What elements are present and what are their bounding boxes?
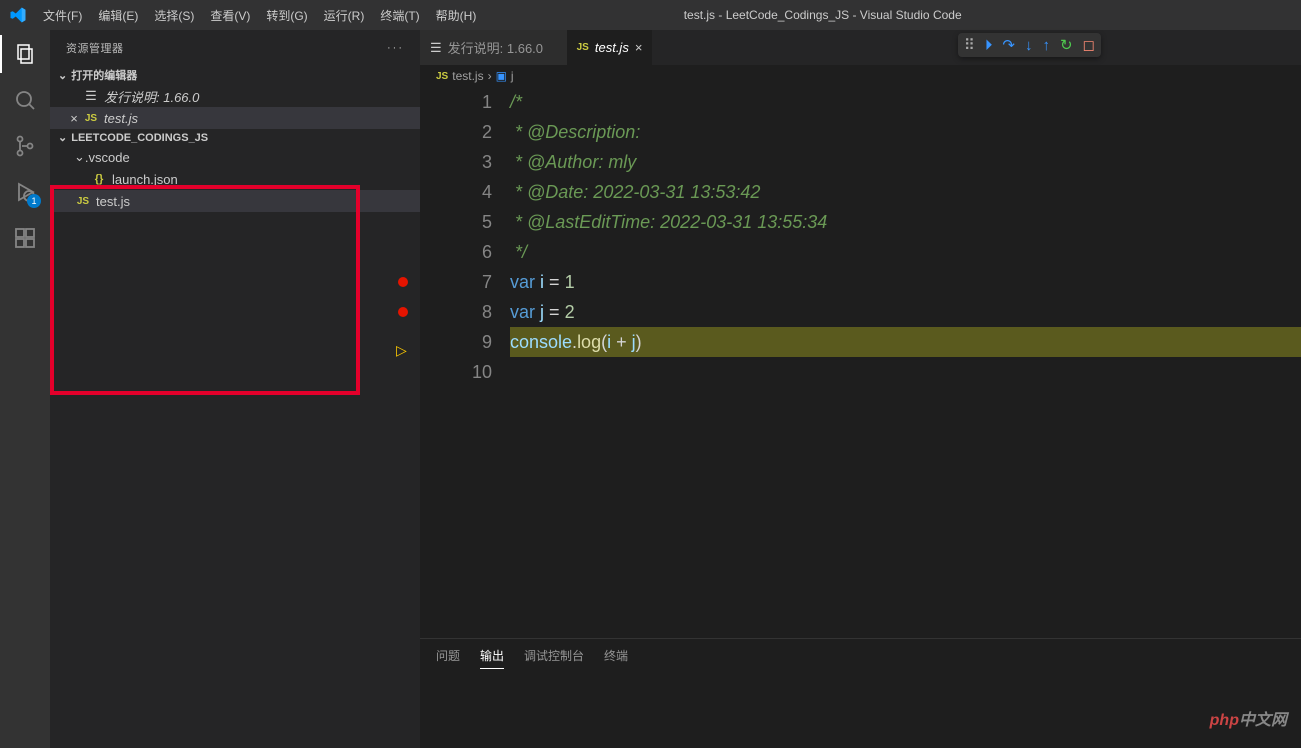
chevron-down-icon: ⌄ [58, 69, 67, 82]
menu-item[interactable]: 帮助(H) [428, 7, 485, 24]
js-file-icon: JS [577, 42, 589, 53]
code-line[interactable]: * @Author: mly [510, 147, 1301, 177]
js-file-icon: JS [82, 113, 100, 124]
code-line[interactable]: console.log(i + j) [510, 327, 1301, 357]
breakpoint-icon[interactable] [398, 307, 408, 317]
continue-icon[interactable]: ⏵ [985, 37, 993, 54]
code-line[interactable]: */ [510, 237, 1301, 267]
line-number: 1 [450, 87, 492, 117]
annotation-box [50, 185, 360, 395]
run-debug-icon[interactable]: 1 [11, 178, 39, 206]
breadcrumb[interactable]: JS test.js › ▣ j [420, 65, 1301, 87]
breakpoint-icon[interactable] [398, 277, 408, 287]
code-line[interactable]: * @Date: 2022-03-31 13:53:42 [510, 177, 1301, 207]
code-line[interactable] [510, 357, 1301, 387]
step-over-icon[interactable]: ↷ [1002, 36, 1015, 54]
md-file-icon: ☰ [82, 88, 100, 104]
stop-icon[interactable]: ◻ [1083, 36, 1095, 54]
editor-area: ☰发行说明: 1.66.0×JStest.js× ⠿ ⏵ ↷ ↓ ↑ ↻ ◻ J… [420, 30, 1301, 748]
sidebar-title: 资源管理器 [66, 40, 124, 56]
restart-icon[interactable]: ↻ [1060, 36, 1073, 54]
sidebar: 资源管理器 ··· ⌄ 打开的编辑器 ×☰发行说明: 1.66.0×JStest… [50, 30, 420, 748]
step-out-icon[interactable]: ↑ [1042, 37, 1050, 54]
code-line[interactable]: var j = 2 [510, 297, 1301, 327]
line-number: 3 [450, 147, 492, 177]
line-number: 4 [450, 177, 492, 207]
tree-item[interactable]: ⌄ .vscode [50, 146, 420, 168]
menu-item[interactable]: 运行(R) [316, 7, 373, 24]
open-editor-item[interactable]: ×☰发行说明: 1.66.0 [50, 85, 420, 107]
variable-icon: ▣ [496, 69, 507, 83]
line-number: 5 [450, 207, 492, 237]
line-number: 6 [450, 237, 492, 267]
window-title: test.js - LeetCode_Codings_JS - Visual S… [484, 8, 1161, 22]
tree-item[interactable]: {}launch.json [50, 168, 420, 190]
panel-tab[interactable]: 输出 [480, 647, 504, 669]
step-into-icon[interactable]: ↓ [1025, 37, 1033, 54]
menu-item[interactable]: 转到(G) [258, 7, 315, 24]
vscode-logo-icon [0, 6, 35, 24]
chevron-down-icon: ⌄ [58, 131, 67, 144]
current-line-icon: ▷ [396, 335, 407, 365]
debug-toolbar[interactable]: ⠿ ⏵ ↷ ↓ ↑ ↻ ◻ [958, 33, 1101, 57]
code-line[interactable]: * @LastEditTime: 2022-03-31 13:55:34 [510, 207, 1301, 237]
open-editor-item[interactable]: ×JStest.js [50, 107, 420, 129]
tab-bar: ☰发行说明: 1.66.0×JStest.js× ⠿ ⏵ ↷ ↓ ↑ ↻ ◻ [420, 30, 1301, 65]
chevron-right-icon: › [488, 69, 492, 83]
panel-tab[interactable]: 终端 [604, 647, 628, 669]
more-icon[interactable]: ··· [387, 42, 404, 54]
menu-item[interactable]: 终端(T) [372, 7, 427, 24]
js-file-icon: JS [77, 196, 89, 207]
editor-tab[interactable]: ☰发行说明: 1.66.0× [420, 30, 567, 65]
panel-tabs: 问题输出调试控制台终端 [420, 639, 1301, 677]
menu-item[interactable]: 查看(V) [202, 7, 258, 24]
code-editor[interactable]: ▷ 12345678910 /* * @Description: * @Auth… [420, 87, 1301, 638]
project-header[interactable]: ⌄ LEETCODE_CODINGS_JS [50, 129, 420, 146]
editor-tab[interactable]: JStest.js× [567, 30, 653, 65]
drag-handle-icon[interactable]: ⠿ [964, 36, 975, 54]
line-number: 10 [450, 357, 492, 387]
search-icon[interactable] [11, 86, 39, 114]
title-bar: 文件(F)编辑(E)选择(S)查看(V)转到(G)运行(R)终端(T)帮助(H)… [0, 0, 1301, 30]
code-line[interactable]: * @Description: [510, 117, 1301, 147]
source-control-icon[interactable] [11, 132, 39, 160]
md-file-icon: ☰ [430, 40, 442, 56]
line-number: 7 [450, 267, 492, 297]
debug-badge: 1 [27, 194, 41, 208]
panel-tab[interactable]: 问题 [436, 647, 460, 669]
line-number: 2 [450, 117, 492, 147]
extensions-icon[interactable] [11, 224, 39, 252]
close-icon[interactable]: × [635, 40, 643, 55]
watermark: php中文网 [1210, 706, 1287, 730]
tree-item[interactable]: JStest.js [50, 190, 420, 212]
activity-bar: 1 [0, 30, 50, 748]
panel-tab[interactable]: 调试控制台 [524, 647, 584, 669]
bottom-panel: 问题输出调试控制台终端 [420, 638, 1301, 748]
line-number: 8 [450, 297, 492, 327]
chevron-down-icon: ⌄ [74, 149, 85, 165]
open-editors-header[interactable]: ⌄ 打开的编辑器 [50, 65, 420, 85]
menu-bar: 文件(F)编辑(E)选择(S)查看(V)转到(G)运行(R)终端(T)帮助(H) [35, 7, 484, 24]
close-icon[interactable]: × [66, 111, 82, 126]
explorer-icon[interactable] [11, 40, 39, 68]
js-file-icon: JS [436, 71, 448, 82]
json-file-icon: {} [95, 173, 104, 185]
code-line[interactable]: /* [510, 87, 1301, 117]
menu-item[interactable]: 编辑(E) [90, 7, 146, 24]
menu-item[interactable]: 文件(F) [35, 7, 90, 24]
code-line[interactable]: var i = 1 [510, 267, 1301, 297]
menu-item[interactable]: 选择(S) [146, 7, 202, 24]
line-number: 9 [450, 327, 492, 357]
